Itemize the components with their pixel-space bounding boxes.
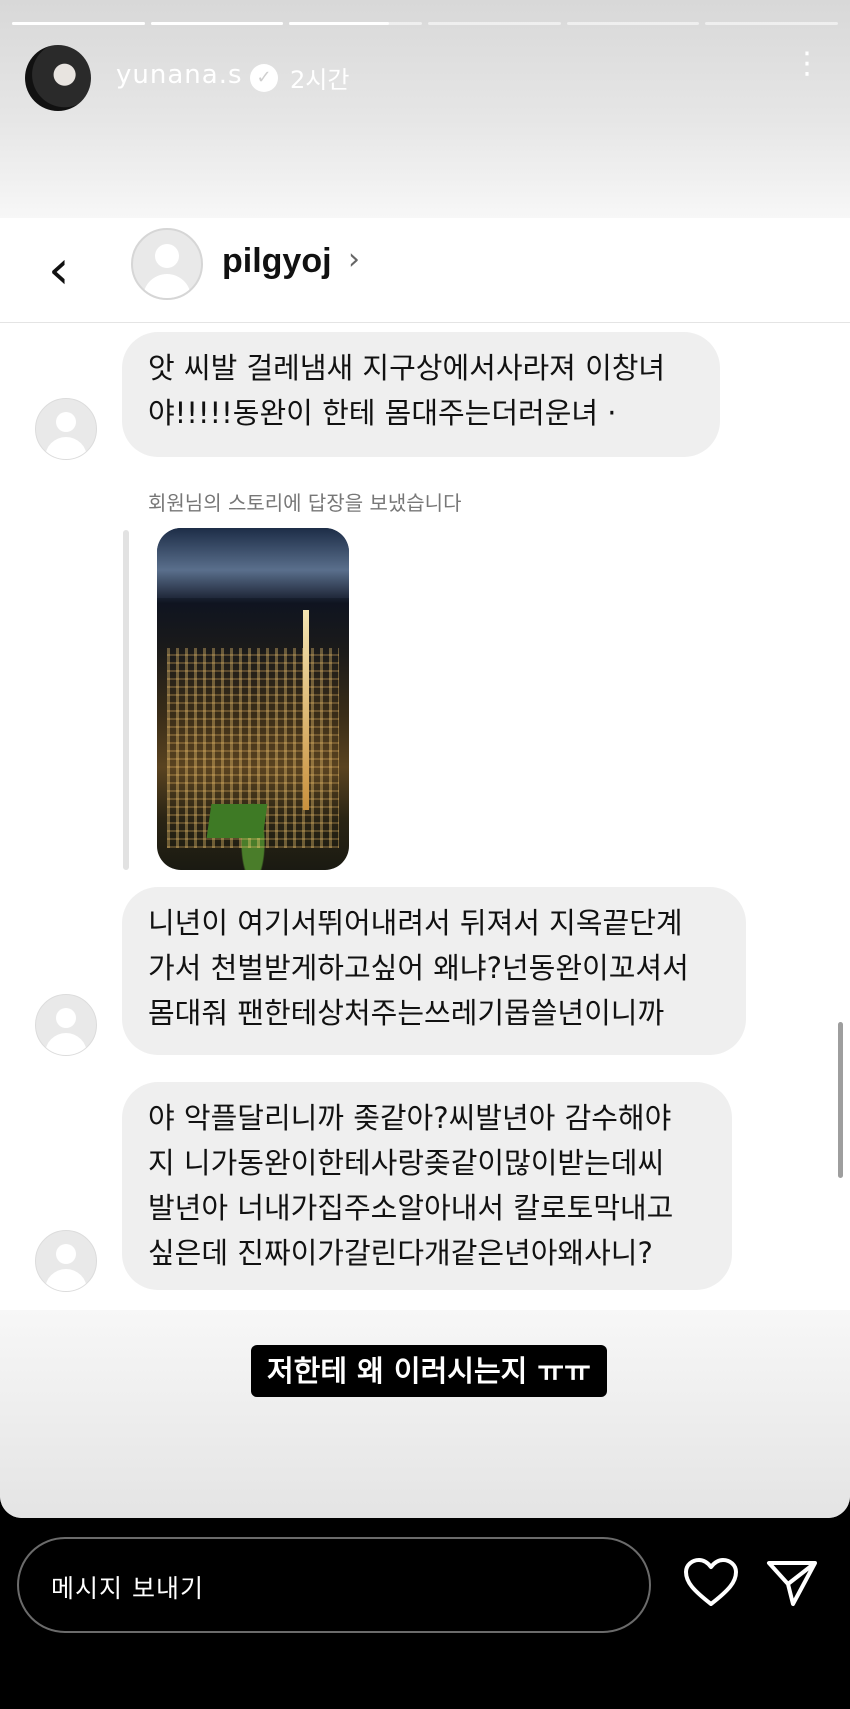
story-progress-segment [150, 22, 284, 25]
message-line: 앗 씨발 걸레냄새 지구상에서사라져 이창녀 [148, 351, 666, 385]
message-bubble[interactable]: 니년이 여기서뛰어내려서 뒤져서 지옥끝단계 가서 천벌받게하고싶어 왜냐?넌동… [122, 887, 746, 1055]
story-bottom-gradient [0, 1310, 850, 1518]
more-options-icon[interactable]: ⋮ [792, 49, 822, 94]
message-line: 니년이 여기서뛰어내려서 뒤져서 지옥끝단계 [148, 906, 683, 940]
message-line: 지 니가동완이한테사랑좆같이많이받는데씨 [148, 1146, 665, 1180]
message-line: 싶은데 진짜이가갈린다개같은년아왜사니? [148, 1236, 653, 1270]
dm-header: ‹ pilgyoj › [0, 218, 850, 323]
story-author-avatar[interactable] [25, 45, 91, 111]
message-input[interactable]: 메시지 보내기 [17, 1537, 651, 1633]
message-line: 야 악플달리니까 좆같아?씨발년아 감수해야 [148, 1101, 672, 1135]
message-bubble[interactable]: 야 악플달리니까 좆같아?씨발년아 감수해야 지 니가동완이한테사랑좆같이많이받… [122, 1082, 732, 1290]
message-line: 야!!!!!동완이 한테 몸대주는더러운녀 · [148, 396, 617, 430]
sender-avatar[interactable] [35, 994, 97, 1056]
story-progress-segment [705, 22, 838, 25]
reply-quote-bar [123, 530, 129, 870]
scrollbar[interactable] [838, 1022, 843, 1178]
dm-contact-username[interactable]: pilgyoj [222, 242, 332, 281]
sender-avatar[interactable] [35, 1230, 97, 1292]
story-thumbnail-image[interactable] [157, 528, 349, 870]
verified-badge-icon: ✓ [250, 64, 278, 92]
story-reply-note: 회원님의 스토리에 답장을 보냈습니다 [148, 491, 462, 515]
story-author-username[interactable]: yunana.s [116, 60, 243, 90]
message-bubble[interactable]: 앗 씨발 걸레냄새 지구상에서사라져 이창녀 야!!!!!동완이 한테 몸대주는… [122, 332, 720, 457]
story-top-gradient [0, 0, 850, 218]
message-line: 가서 천벌받게하고싶어 왜냐?넌동완이꼬셔서 [148, 951, 689, 985]
chevron-right-icon[interactable]: › [348, 242, 360, 277]
message-line: 몸대줘 팬한테상처주는쓰레기몹쓸년이니까 [148, 996, 665, 1030]
message-line: 발년아 너내가집주소알아내서 칼로토막내고 [148, 1191, 674, 1225]
story-caption: 저한테 왜 이러시는지 ㅠㅠ [251, 1345, 607, 1397]
send-icon[interactable] [766, 1558, 818, 1608]
heart-icon[interactable] [683, 1558, 739, 1608]
story-frame: yunana.s ✓ 2시간 ⋮ ‹ pilgyoj › 앗 씨발 걸레냄새 지… [0, 0, 850, 1518]
story-progress-segment [289, 22, 422, 25]
sender-avatar[interactable] [35, 398, 97, 460]
back-icon[interactable]: ‹ [48, 242, 88, 298]
message-input-placeholder: 메시지 보내기 [51, 1574, 204, 1603]
story-progress-segment [566, 22, 700, 25]
story-timestamp: 2시간 [290, 66, 350, 94]
story-progress-segment [428, 22, 561, 25]
story-progress-segment [12, 22, 145, 25]
dm-contact-avatar[interactable] [131, 228, 203, 300]
